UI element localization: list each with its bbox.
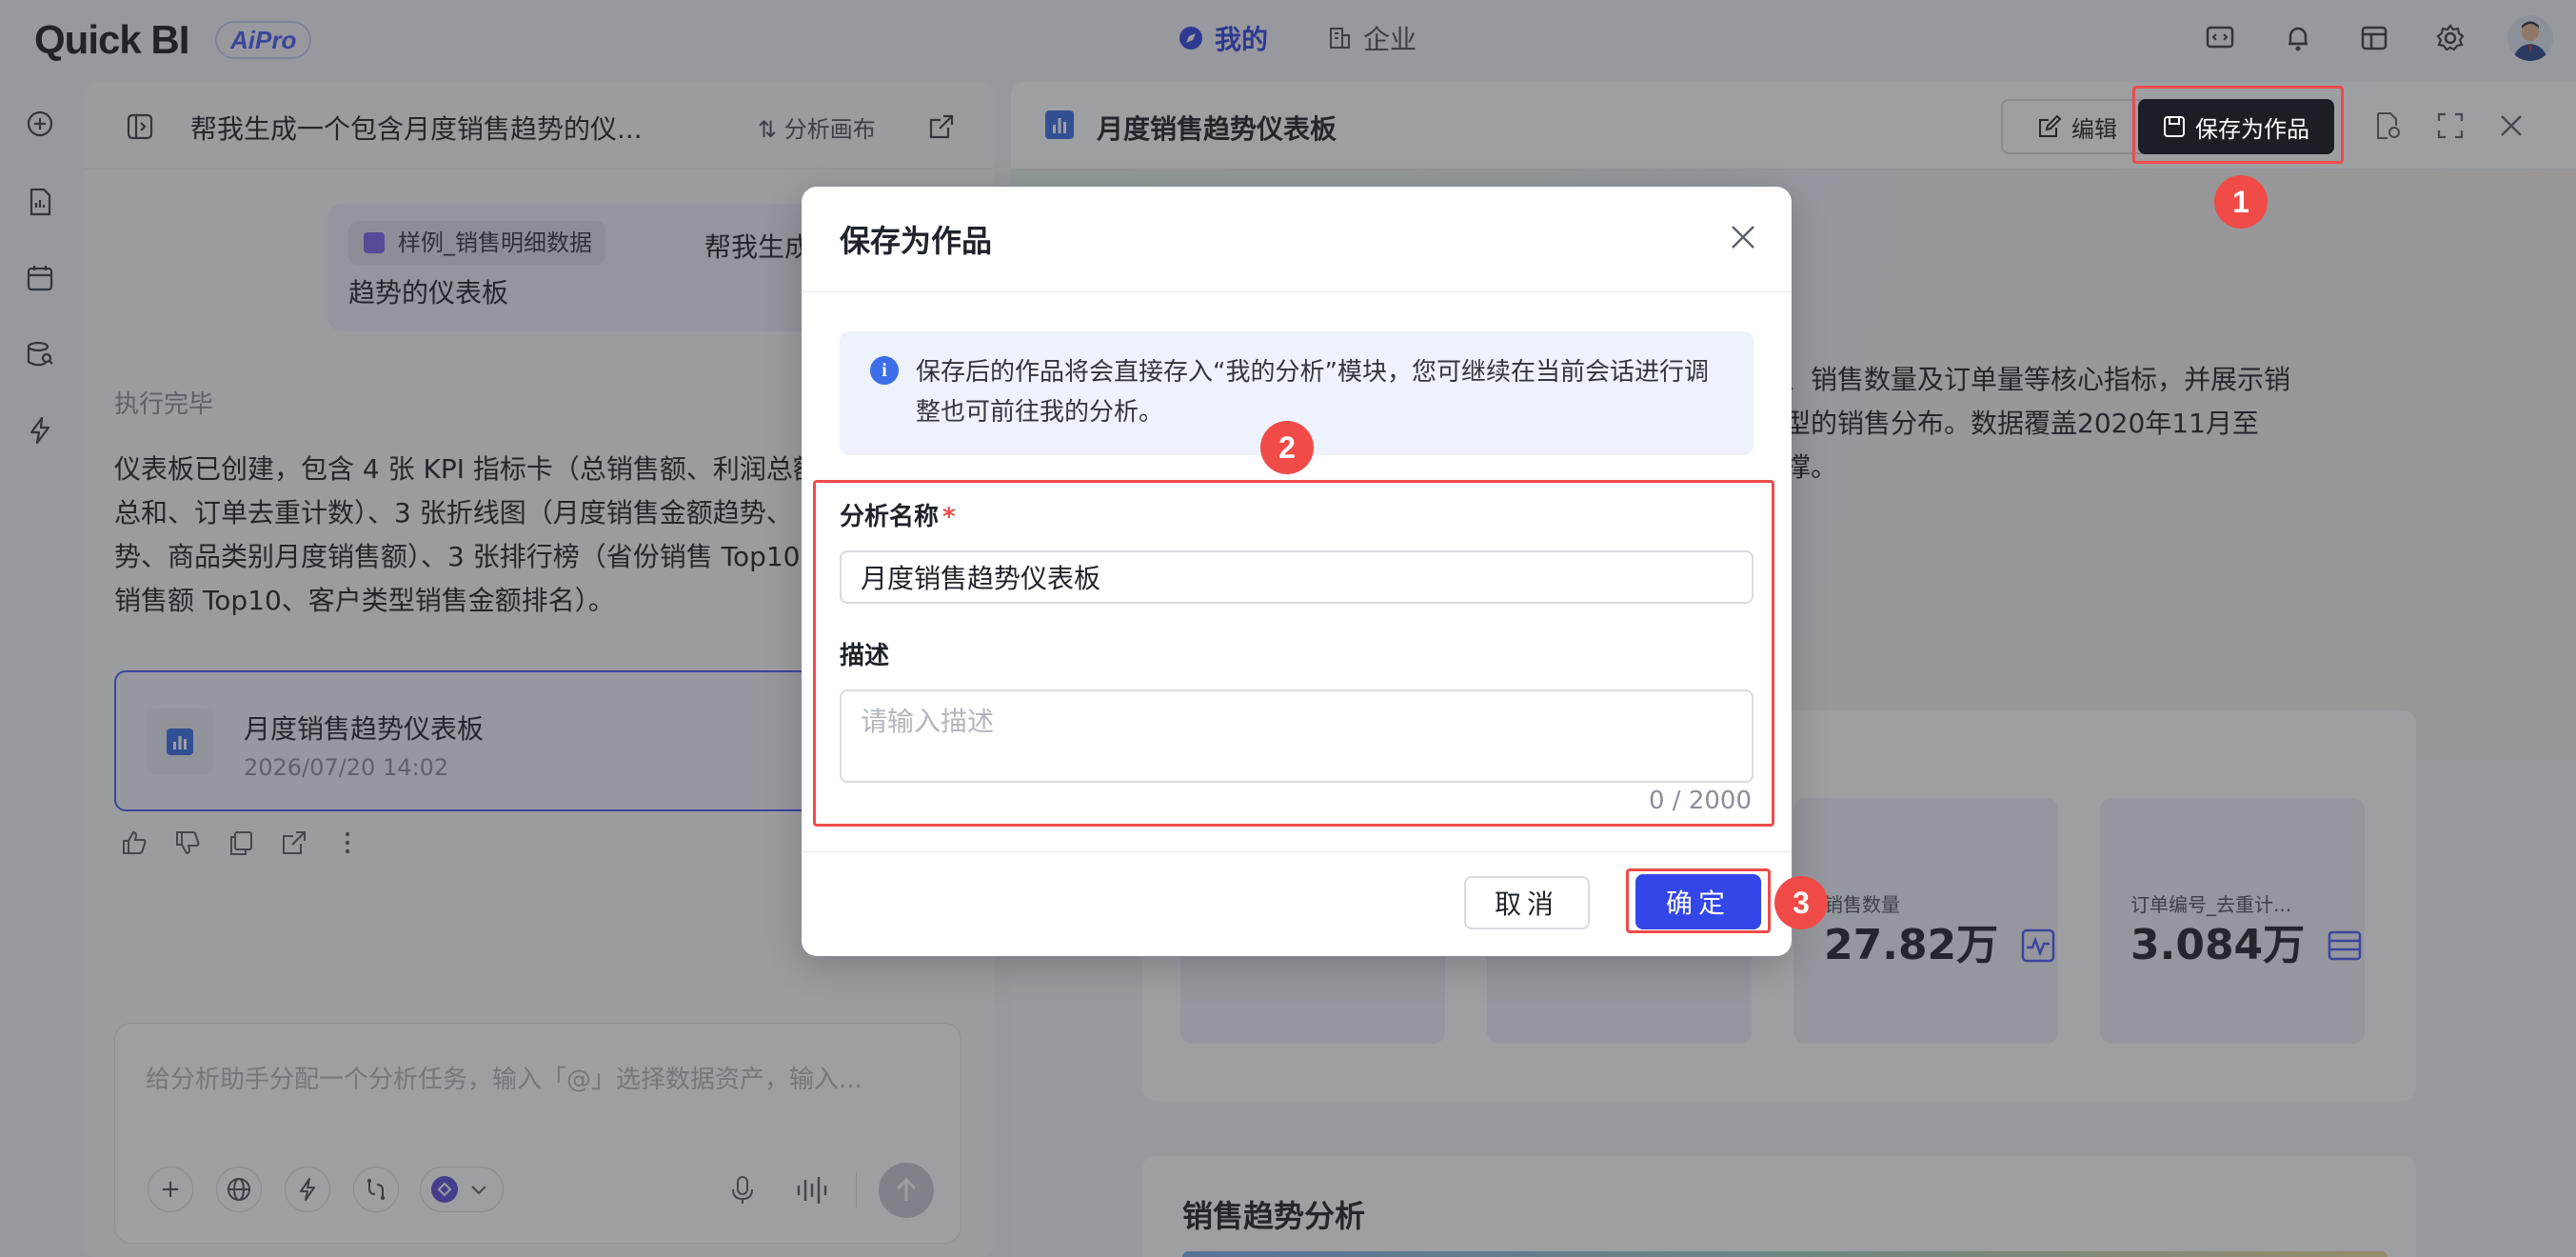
highlight-box-save bbox=[2132, 86, 2344, 164]
highlight-box-form bbox=[813, 480, 1774, 827]
divider bbox=[802, 851, 1792, 852]
step-badge: 3 bbox=[1774, 876, 1828, 929]
info-line: 保存后的作品将会直接存入“我的分析”模块，您可继续在当前会话进行调 bbox=[916, 358, 1709, 387]
highlight-box-confirm bbox=[1626, 868, 1771, 933]
info-line: 整也可前往我的分析。 bbox=[916, 398, 1164, 427]
cancel-button[interactable]: 取消 bbox=[1464, 876, 1590, 929]
info-icon: i bbox=[870, 356, 899, 385]
step-badge: 2 bbox=[1260, 421, 1314, 474]
close-icon[interactable] bbox=[1729, 223, 1757, 251]
step-badge: 1 bbox=[2214, 175, 2268, 229]
info-text: 保存后的作品将会直接存入“我的分析”模块，您可继续在当前会话进行调 整也可前往我… bbox=[916, 352, 1734, 432]
dialog-title: 保存为作品 bbox=[840, 223, 993, 259]
divider bbox=[802, 291, 1792, 292]
